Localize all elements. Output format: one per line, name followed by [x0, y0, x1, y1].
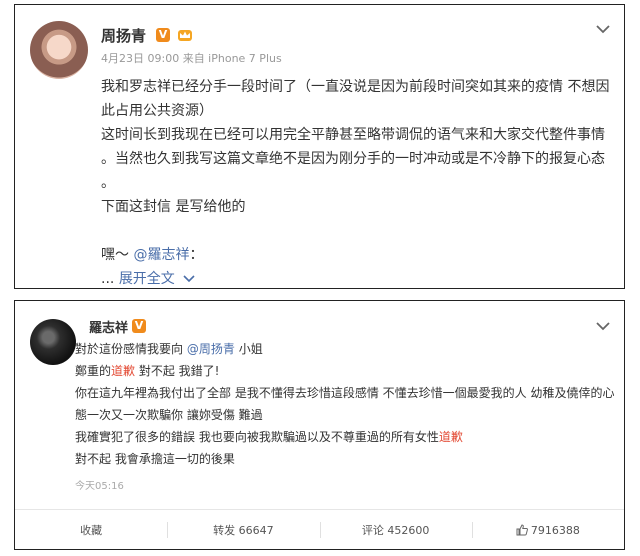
ellipsis: ...: [101, 271, 115, 287]
chevron-down-icon[interactable]: [183, 275, 195, 283]
avatar[interactable]: [30, 21, 88, 79]
expand-row: ... 展开全文: [101, 267, 615, 291]
chevron-down-icon[interactable]: [596, 321, 610, 331]
text-segment: 小姐: [238, 342, 263, 356]
post-card-2: 羅志祥 V 對於這份感情我要向 @周扬青 小姐 鄭重的道歉 對不起 我錯了! 你…: [14, 300, 625, 550]
post-text-line: 下面这封信 是写给他的: [101, 199, 246, 215]
post-text: 我和罗志祥已经分手一段时间了（一直没说是因为前段时间突如其来的疫情 不想因此占用…: [101, 75, 615, 291]
text-segment: 我確實犯了很多的錯誤 我也要向被我欺騙過以及不尊重過的所有女性: [75, 430, 439, 444]
crown-badge-icon: [178, 30, 192, 41]
comment-button[interactable]: 评论 452600: [319, 510, 472, 550]
mention-link[interactable]: @羅志祥: [133, 247, 189, 263]
comment-label: 评论 452600: [361, 524, 430, 537]
post-text-line: 嘿～ @羅志祥：: [101, 243, 615, 267]
text-segment: 對於這份感情我要向: [75, 342, 184, 356]
post-card-1: 周扬青 V 4月23日 09:00 来自 iPhone 7 Plus 我和罗志祥…: [14, 4, 625, 289]
colon: ：: [189, 247, 204, 263]
verified-badge-icon: V: [156, 28, 170, 42]
post-meta: 4月23日 09:00 来自 iPhone 7 Plus: [101, 52, 282, 65]
greeting: 嘿～: [101, 247, 129, 263]
username[interactable]: 周扬青: [101, 25, 146, 46]
favorite-label: 收藏: [80, 524, 103, 537]
post-text: 對於這份感情我要向 @周扬青 小姐 鄭重的道歉 對不起 我錯了! 你在這九年裡為…: [75, 338, 615, 470]
text-segment: 對不起 我錯了!: [138, 364, 220, 378]
post-time[interactable]: 今天05:16: [75, 477, 124, 492]
hashtag-link[interactable]: 道歉: [439, 430, 463, 444]
like-count: 7916388: [530, 523, 580, 537]
post-text-line: [101, 219, 615, 243]
post-text-line: 你在這九年裡為我付出了全部 是我不懂得去珍惜這段感情 不懂去珍惜一個最愛我的人 …: [75, 386, 615, 422]
repost-label: 转发 66647: [213, 524, 274, 537]
hashtag-link[interactable]: 道歉: [111, 364, 135, 378]
verified-badge-icon: V: [132, 319, 146, 333]
post-text-line: 我和罗志祥已经分手一段时间了（一直没说是因为前段时间突如其来的疫情 不想因此占用…: [101, 79, 610, 119]
favorite-button[interactable]: 收藏: [15, 510, 167, 550]
post-text-line: 對於這份感情我要向 @周扬青 小姐: [75, 338, 615, 360]
thumbs-up-icon: [516, 524, 528, 536]
avatar[interactable]: [30, 319, 76, 365]
post-text-line: 这时间长到我现在已经可以用完全平静甚至略带调侃的语气来和大家交代整件事情 。当然…: [101, 127, 605, 191]
repost-button[interactable]: 转发 66647: [167, 510, 319, 550]
post-text-line: 我確實犯了很多的錯誤 我也要向被我欺騙過以及不尊重過的所有女性道歉: [75, 426, 615, 448]
post-text-line: 對不起 我會承擔這一切的後果: [75, 452, 235, 466]
action-bar: 收藏 转发 66647 评论 452600 7916388: [15, 509, 624, 550]
mention-link[interactable]: @周扬青: [187, 342, 235, 356]
username[interactable]: 羅志祥: [89, 317, 128, 336]
text-segment: 鄭重的: [75, 364, 112, 378]
post-text-line: 鄭重的道歉 對不起 我錯了!: [75, 360, 615, 382]
like-button[interactable]: 7916388: [471, 510, 624, 550]
expand-full-text-link[interactable]: 展开全文: [119, 271, 175, 287]
chevron-down-icon[interactable]: [596, 24, 610, 34]
